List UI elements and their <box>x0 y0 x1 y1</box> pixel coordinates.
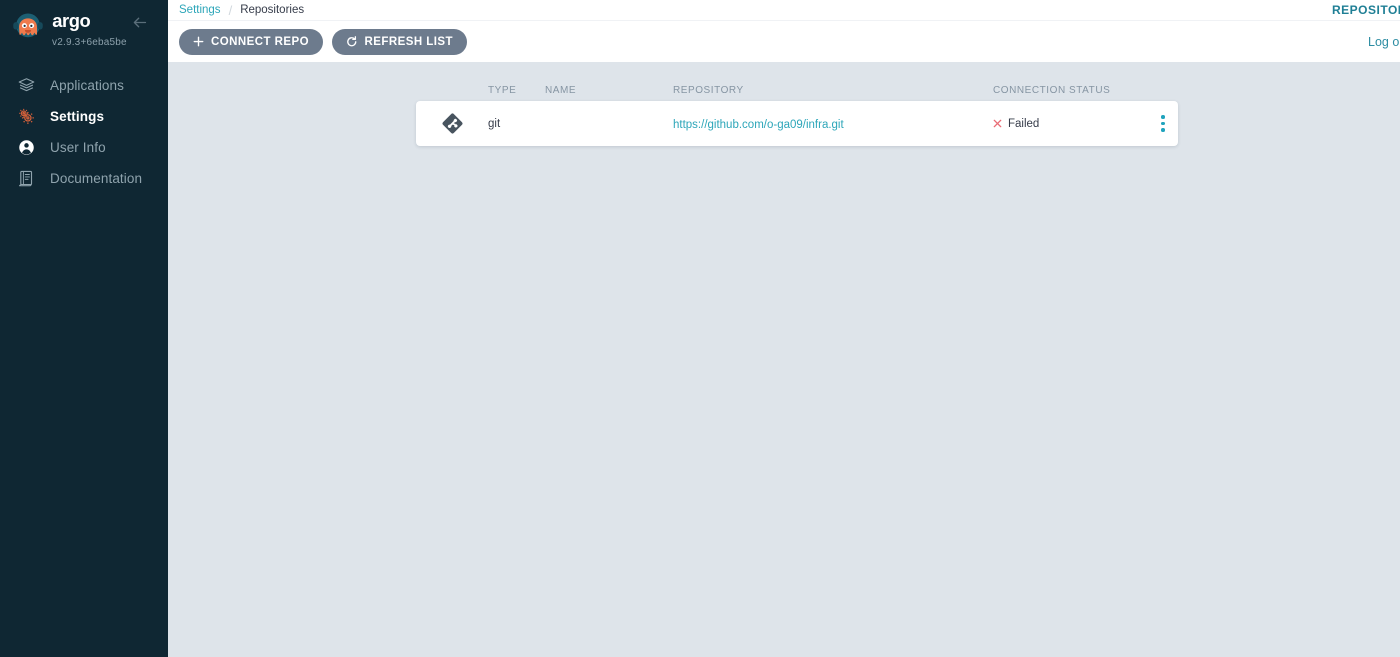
repository-url-link[interactable]: https://github.com/o-ga09/infra.git <box>673 119 844 131</box>
status-badge: Failed <box>993 118 1148 130</box>
sidebar: argo v2.9.3+6eba5be <box>0 0 168 657</box>
argo-octopus-logo-icon <box>10 9 46 45</box>
svg-text:argo: argo <box>52 11 90 31</box>
sidebar-nav: Applications <box>0 70 168 194</box>
breadcrumb: Settings / Repositories <box>179 3 304 18</box>
argo-wordmark: argo <box>52 11 127 33</box>
page-title: REPOSITORIES <box>1332 3 1400 17</box>
refresh-list-button[interactable]: REFRESH LIST <box>332 29 467 55</box>
kebab-dot <box>1161 122 1165 126</box>
argocd-app: argo v2.9.3+6eba5be <box>0 0 1400 657</box>
sidebar-item-label: Documentation <box>50 171 142 186</box>
sidebar-item-label: User Info <box>50 140 106 155</box>
status-label: Failed <box>1008 118 1039 130</box>
sidebar-item-applications[interactable]: Applications <box>0 70 168 101</box>
layers-icon <box>15 75 37 97</box>
kebab-dot <box>1161 115 1165 119</box>
title-bar: Settings / Repositories REPOSITORIES <box>168 0 1400 20</box>
sidebar-item-label: Applications <box>50 78 124 93</box>
refresh-icon <box>346 36 358 48</box>
kebab-dot <box>1161 128 1165 132</box>
book-icon <box>15 168 37 190</box>
row-menu-cell <box>1148 109 1178 139</box>
table-row[interactable]: git https://github.com/o-ga09/infra.git <box>416 101 1178 146</box>
times-icon <box>993 119 1002 128</box>
user-circle-icon <box>15 137 37 159</box>
sidebar-item-settings[interactable]: Settings <box>0 101 168 132</box>
cell-repository: https://github.com/o-ga09/infra.git <box>673 115 993 133</box>
breadcrumb-settings-link[interactable]: Settings <box>179 4 221 16</box>
breadcrumb-separator: / <box>229 3 233 18</box>
git-icon <box>416 112 488 135</box>
sidebar-item-label: Settings <box>50 109 104 124</box>
sidebar-item-user-info[interactable]: User Info <box>0 132 168 163</box>
gears-icon <box>15 106 37 128</box>
main-area: Settings / Repositories REPOSITORIES CON… <box>168 0 1400 657</box>
column-header-connection-status: CONNECTION STATUS <box>993 85 1148 96</box>
brand-text: argo v2.9.3+6eba5be <box>52 9 127 48</box>
column-header-repository: REPOSITORY <box>673 85 993 96</box>
brand-header: argo v2.9.3+6eba5be <box>0 0 168 52</box>
refresh-list-label: REFRESH LIST <box>365 36 453 48</box>
cell-type: git <box>488 118 545 130</box>
version-label: v2.9.3+6eba5be <box>52 37 127 48</box>
logout-link[interactable]: Log out <box>1368 35 1400 49</box>
connect-repo-label: CONNECT REPO <box>211 36 309 48</box>
table-header-row: TYPE NAME REPOSITORY CONNECTION STATUS <box>416 79 1178 101</box>
sidebar-item-documentation[interactable]: Documentation <box>0 163 168 194</box>
connect-repo-button[interactable]: CONNECT REPO <box>179 29 323 55</box>
cell-connection-status: Failed <box>993 118 1148 130</box>
kebab-menu-icon[interactable] <box>1148 109 1178 139</box>
breadcrumb-current: Repositories <box>240 4 304 16</box>
column-header-type: TYPE <box>488 85 545 96</box>
toolbar: CONNECT REPO REFRESH LIST Log out <box>168 20 1400 62</box>
column-header-name: NAME <box>545 85 673 96</box>
repositories-table: TYPE NAME REPOSITORY CONNECTION STATUS <box>416 79 1178 146</box>
plus-icon <box>193 36 204 47</box>
collapse-sidebar-arrow-icon[interactable] <box>128 11 150 33</box>
